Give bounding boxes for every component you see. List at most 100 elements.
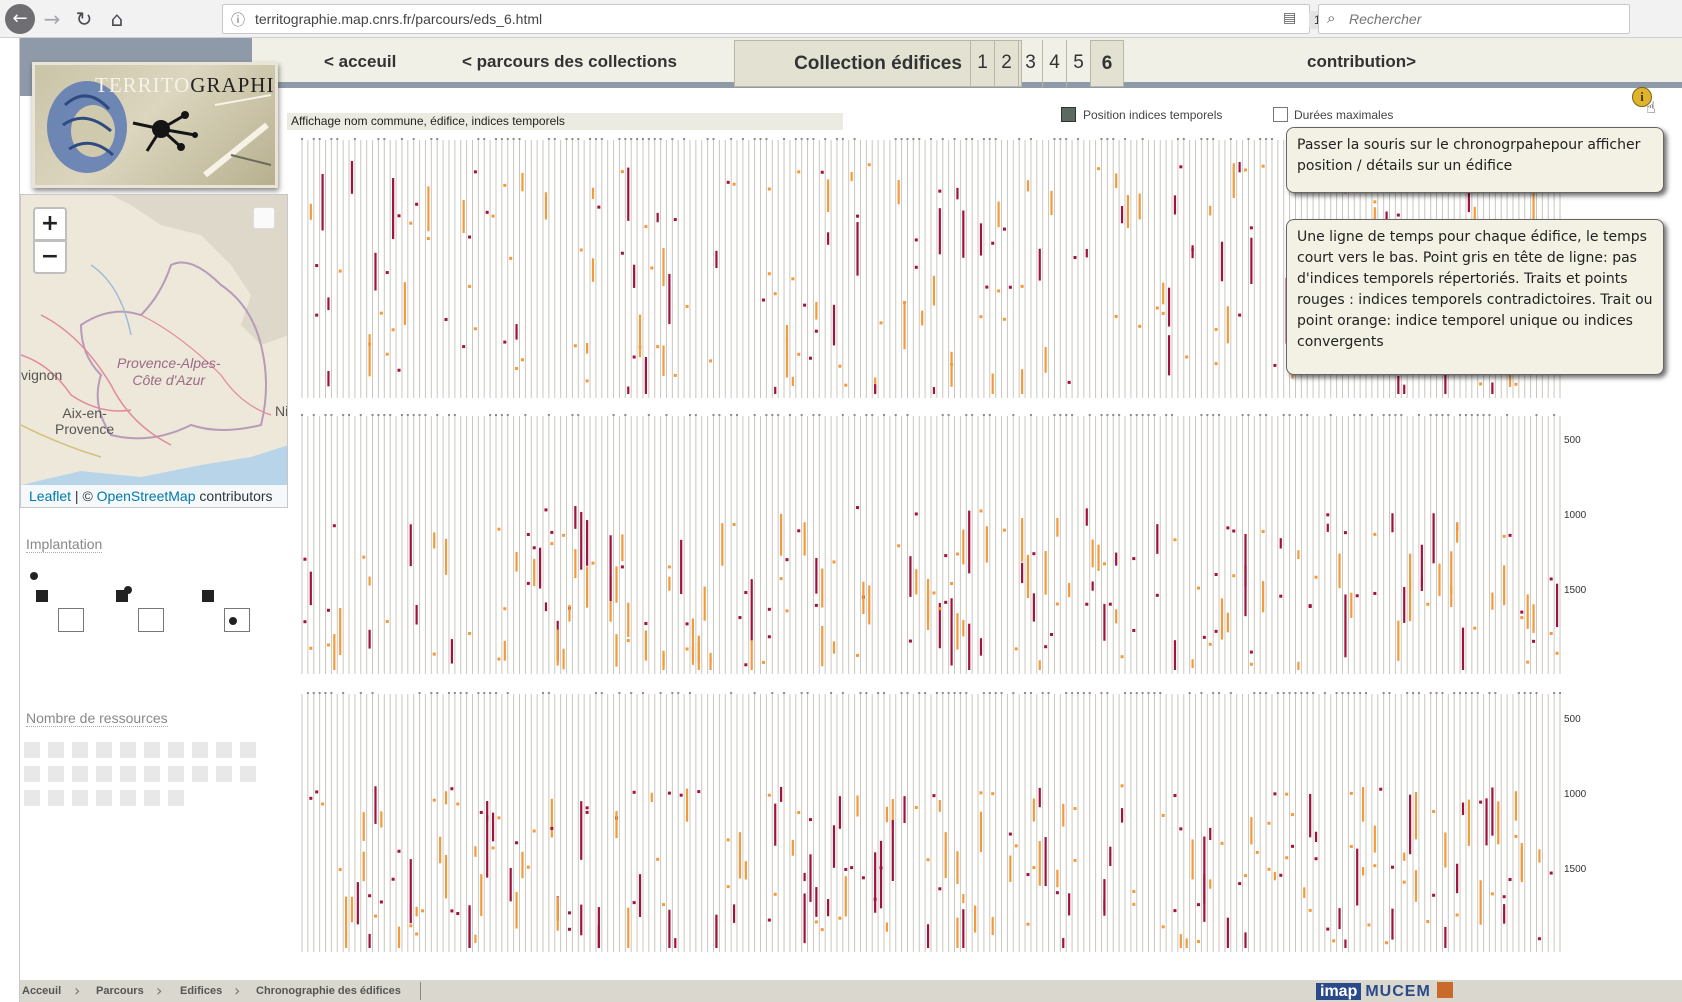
ressource-count-cell[interactable]: [240, 742, 256, 758]
page-link-1[interactable]: 1: [970, 40, 994, 87]
convergent-indice-point: [1244, 874, 1247, 878]
browser-search-box[interactable]: ⌕: [1318, 4, 1630, 34]
ressource-count-cell[interactable]: [216, 742, 232, 758]
timeline-head-dot: [1476, 692, 1479, 694]
timeline-head-dot: [318, 692, 321, 694]
page-link-5[interactable]: 5: [1066, 40, 1090, 87]
page-link-6-current[interactable]: 6: [1090, 40, 1124, 87]
ressource-count-cell[interactable]: [120, 790, 136, 806]
chronograph-panel-2[interactable]: [301, 414, 1561, 674]
timeline-head-dot: [1065, 692, 1068, 694]
chronograph-panel-3[interactable]: [301, 692, 1561, 952]
ressource-count-cell[interactable]: [192, 766, 208, 782]
contradictory-indice-point: [379, 900, 383, 904]
convergent-indice-point: [1432, 810, 1436, 814]
forward-arrow-icon[interactable]: →: [38, 5, 66, 33]
ressource-count-cell[interactable]: [192, 742, 208, 758]
partner-logo-square[interactable]: [1436, 982, 1453, 998]
address-bar[interactable]: ⓘ territographie.map.cnrs.fr/parcours/ed…: [222, 4, 1522, 34]
ressource-count-cell[interactable]: [24, 766, 40, 782]
contradictory-indice-point: [550, 530, 554, 534]
ressource-count-cell[interactable]: [48, 742, 64, 758]
breadcrumb-parcours[interactable]: Parcours: [96, 985, 144, 997]
timeline-head-dot: [882, 414, 885, 416]
timeline-head-dot: [1265, 414, 1268, 416]
timeline-head-dot: [865, 692, 868, 694]
url-text[interactable]: territographie.map.cnrs.fr/parcours/eds_…: [255, 11, 542, 27]
point-icon: [229, 617, 237, 625]
ressource-count-cell[interactable]: [240, 766, 256, 782]
reader-view-icon[interactable]: ▤: [1283, 10, 1296, 26]
legend-position-checkbox[interactable]: [1061, 107, 1076, 122]
reload-icon[interactable]: ↻: [70, 5, 98, 33]
timeline-head-dot: [1082, 692, 1085, 694]
ressource-count-cell[interactable]: [168, 766, 184, 782]
imap-logo[interactable]: imap: [1316, 983, 1362, 1000]
nav-contribution-link[interactable]: contribution>: [1307, 52, 1416, 72]
convergent-indice-point: [879, 321, 883, 325]
site-info-icon[interactable]: ⓘ: [231, 10, 245, 30]
chart-display-toggle[interactable]: Affichage nom commune, édifice, indices …: [287, 113, 843, 130]
timeline-head-dot: [794, 138, 797, 140]
timeline-head-dot: [494, 138, 497, 140]
page-link-4[interactable]: 4: [1042, 40, 1066, 87]
legend-durees-checkbox[interactable]: [1273, 107, 1288, 122]
ressource-count-cell[interactable]: [48, 766, 64, 782]
ressource-count-cell[interactable]: [144, 790, 160, 806]
osm-link[interactable]: OpenStreetMap: [97, 488, 196, 504]
timeline-head-dot: [459, 692, 462, 694]
contradictory-indice-point: [332, 524, 336, 528]
page-link-3[interactable]: 3: [1018, 40, 1042, 87]
contradictory-indice-point: [797, 529, 801, 533]
ressource-count-cell[interactable]: [216, 766, 232, 782]
ressource-count-cell[interactable]: [72, 742, 88, 758]
ressource-count-cell[interactable]: [24, 742, 40, 758]
timeline-head-dot: [301, 414, 303, 416]
ressource-count-cell[interactable]: [96, 790, 112, 806]
convergent-indice-point: [797, 810, 801, 814]
timeline-head-dot: [383, 414, 386, 416]
search-icon: ⌕: [1327, 9, 1336, 27]
timeline-head-dot: [1300, 692, 1303, 694]
ressource-count-cell[interactable]: [72, 766, 88, 782]
browser-search-input[interactable]: [1349, 5, 1619, 33]
timeline-head-dot: [624, 414, 627, 416]
ressource-count-cell[interactable]: [144, 742, 160, 758]
nav-parcours-link[interactable]: < parcours des collections: [462, 52, 677, 72]
timeline-head-dot: [1159, 692, 1162, 694]
ressource-count-cell[interactable]: [24, 790, 40, 806]
ressource-count-cell[interactable]: [168, 742, 184, 758]
convergent-indice-point: [321, 802, 325, 806]
back-arrow-icon[interactable]: ←: [5, 4, 35, 34]
convergent-indice-point: [373, 914, 377, 918]
convergent-indice-point: [562, 533, 566, 537]
leaflet-map[interactable]: + − Provence-Alpes- Côte d'Azur vignon A…: [20, 194, 288, 508]
nav-accueil-link[interactable]: < acceuil: [324, 52, 396, 72]
breadcrumb-acceuil[interactable]: Acceuil: [22, 985, 61, 997]
leaflet-link[interactable]: Leaflet: [29, 488, 71, 504]
mucem-logo[interactable]: MUCEM: [1365, 983, 1430, 1000]
ressource-count-cell[interactable]: [96, 742, 112, 758]
contradictory-indice-point: [767, 918, 771, 922]
ressource-count-cell[interactable]: [72, 790, 88, 806]
territographie-logo[interactable]: TERRITOGRAPHIE: [32, 62, 278, 188]
ressource-count-cell[interactable]: [120, 766, 136, 782]
ressource-count-cell[interactable]: [144, 766, 160, 782]
contradictory-indice-point: [468, 235, 472, 239]
convergent-indice-point: [1455, 913, 1459, 917]
timeline-head-dot: [1088, 692, 1091, 694]
map-layer-control[interactable]: [253, 207, 275, 229]
ressource-count-cell[interactable]: [48, 790, 64, 806]
breadcrumb-edifices[interactable]: Edifices: [180, 985, 222, 997]
page-link-2[interactable]: 2: [994, 40, 1018, 87]
timeline-head-dot: [1076, 138, 1079, 140]
map-zoom-out-button[interactable]: −: [33, 240, 67, 274]
convergent-indice-point: [585, 379, 589, 383]
ressource-count-cell[interactable]: [120, 742, 136, 758]
ressource-count-cell[interactable]: [96, 766, 112, 782]
home-icon[interactable]: ⌂: [103, 5, 131, 33]
ressource-count-cell[interactable]: [168, 790, 184, 806]
timeline-head-dot: [400, 138, 403, 140]
small-square-icon: [202, 590, 214, 602]
map-zoom-in-button[interactable]: +: [33, 207, 67, 241]
